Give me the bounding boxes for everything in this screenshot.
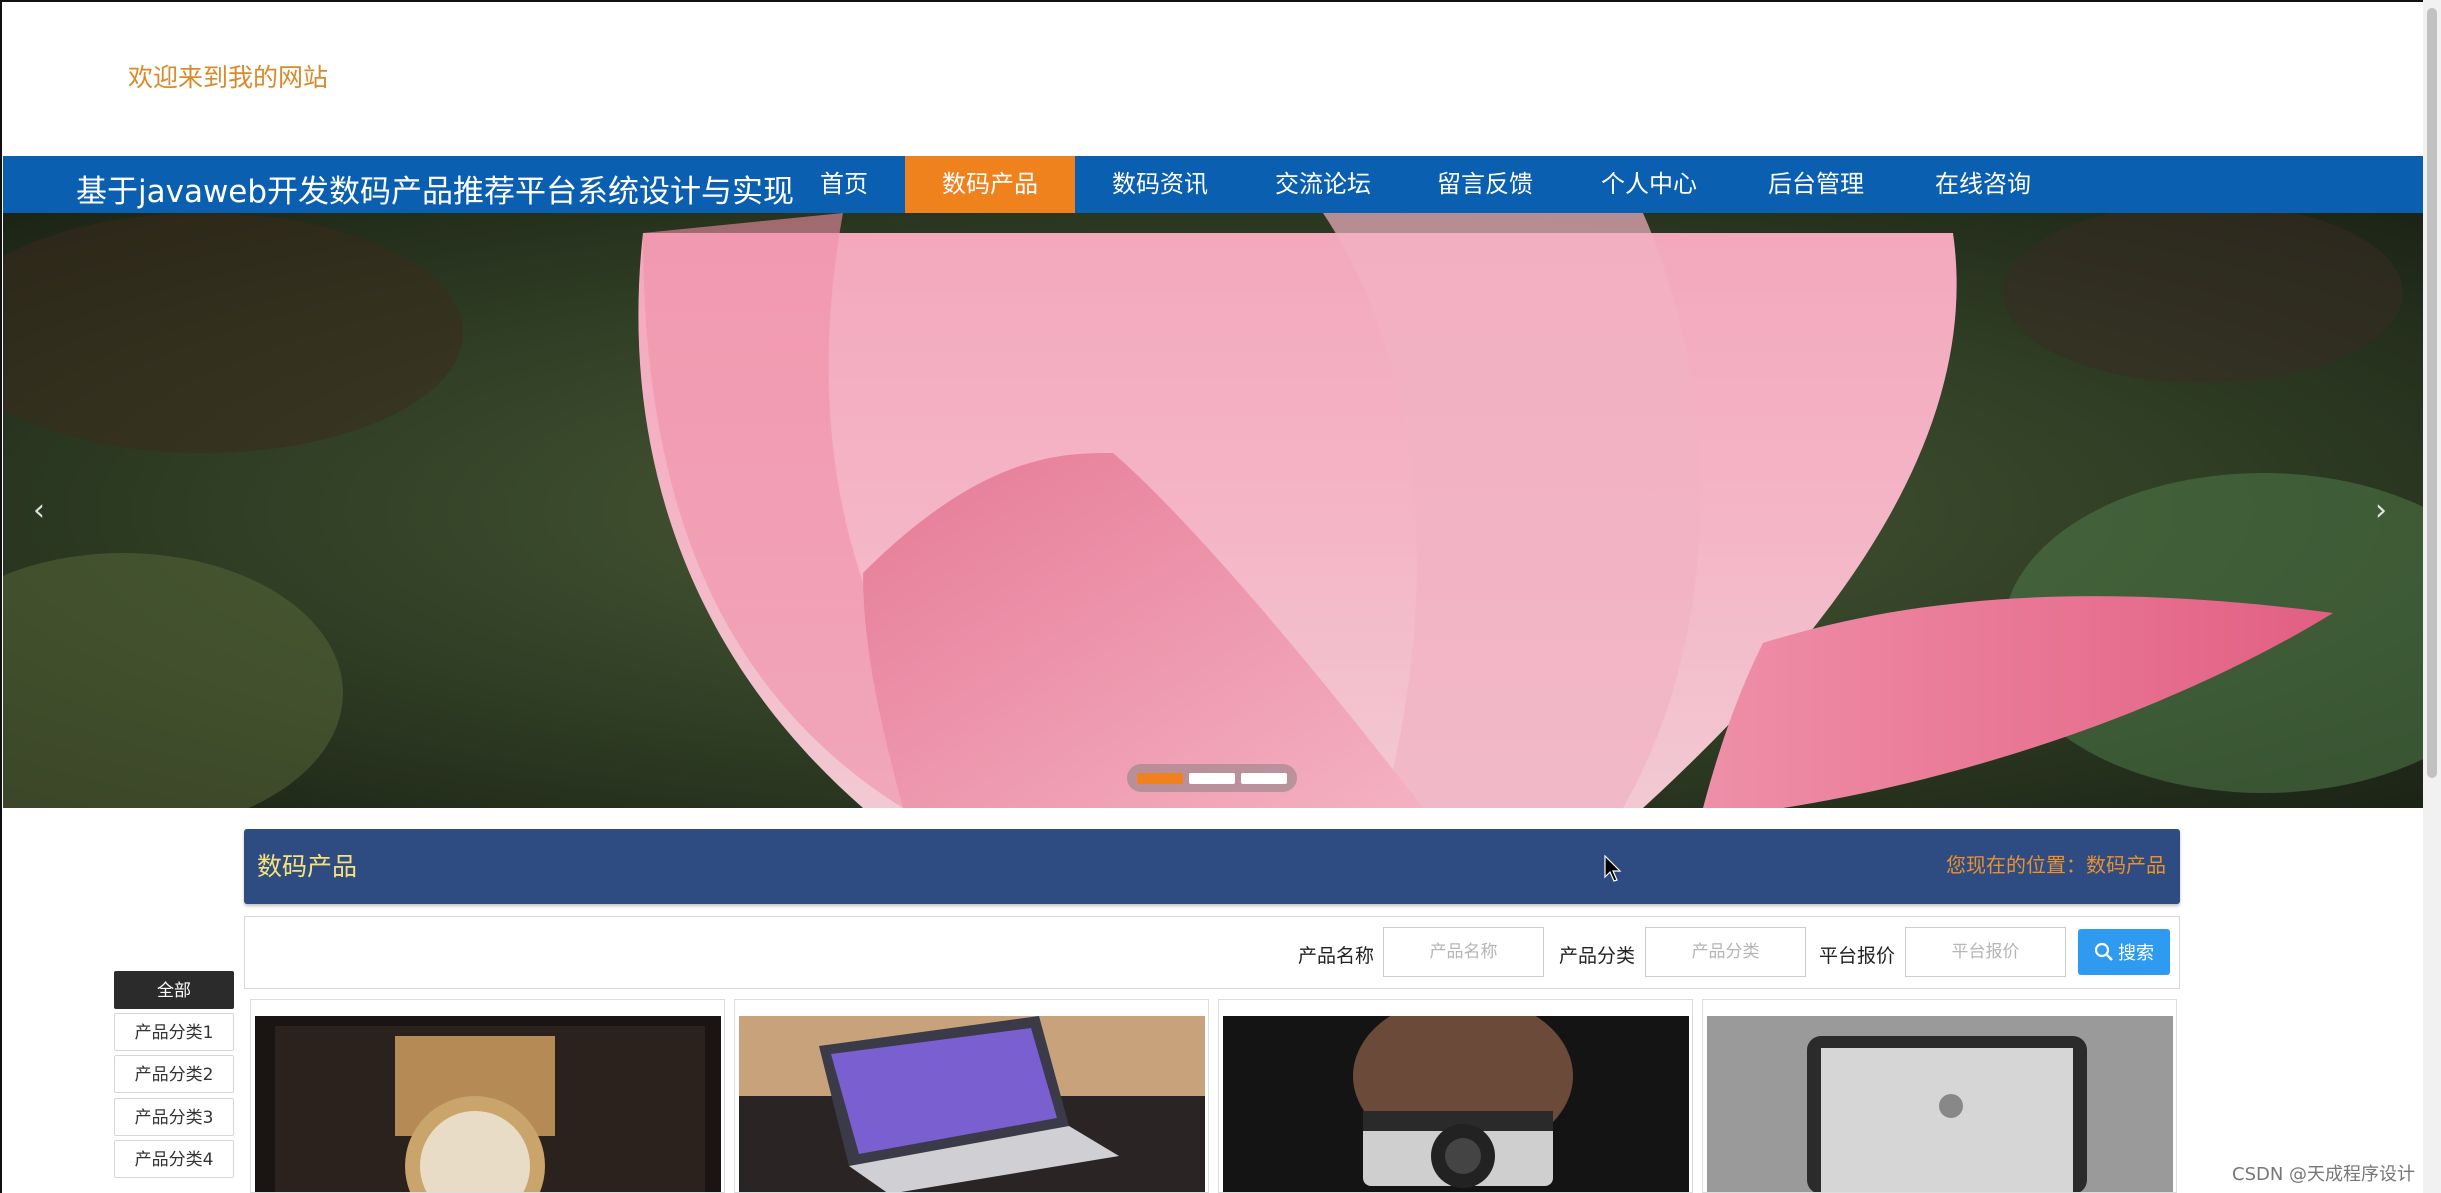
platform-price-label: 平台报价 <box>1819 945 1896 967</box>
nav-item-digital-news[interactable]: 数码资讯 <box>1102 156 1218 213</box>
site-title: 基于javaweb开发数码产品推荐平台系统设计与实现 <box>76 174 795 210</box>
watch-product-image <box>255 1016 721 1192</box>
category-item-2[interactable]: 产品分类2 <box>114 1055 234 1093</box>
breadcrumb-current[interactable]: 数码产品 <box>2086 853 2166 877</box>
carousel-dot-3[interactable] <box>1241 773 1287 784</box>
nav-item-feedback[interactable]: 留言反馈 <box>1427 156 1543 213</box>
lotus-banner-image <box>3 213 2423 808</box>
search-button-label: 搜索 <box>2118 943 2154 964</box>
product-category-label: 产品分类 <box>1559 945 1636 967</box>
carousel-next-button[interactable]: › <box>2375 493 2387 528</box>
product-category-input[interactable] <box>1645 927 1806 977</box>
product-name-label: 产品名称 <box>1298 945 1375 967</box>
product-card[interactable] <box>1702 999 2177 1193</box>
platform-price-input[interactable] <box>1905 927 2066 977</box>
nav-item-home[interactable]: 首页 <box>796 156 892 213</box>
tablet-product-image <box>1707 1016 2173 1192</box>
carousel-prev-button[interactable]: ‹ <box>33 493 45 528</box>
nav-item-online-consult[interactable]: 在线咨询 <box>1925 156 2041 213</box>
mouse-cursor-icon <box>1604 855 1622 882</box>
camera-product-image <box>1223 1016 1689 1192</box>
nav-item-admin[interactable]: 后台管理 <box>1758 156 1874 213</box>
nav-item-personal-center[interactable]: 个人中心 <box>1591 156 1707 213</box>
welcome-text: 欢迎来到我的网站 <box>128 63 329 92</box>
search-icon <box>2094 942 2113 961</box>
page-scrollbar[interactable] <box>2423 0 2441 1193</box>
category-item-4[interactable]: 产品分类4 <box>114 1140 234 1178</box>
scrollbar-thumb[interactable] <box>2427 8 2437 778</box>
carousel-dot-1[interactable] <box>1137 773 1183 784</box>
carousel-dot-2[interactable] <box>1189 773 1235 784</box>
product-card[interactable] <box>250 999 725 1193</box>
banner-carousel[interactable]: ‹ › <box>3 213 2423 808</box>
section-header: 数码产品 您现在的位置：数码产品 <box>244 829 2180 904</box>
product-name-input[interactable] <box>1383 927 1544 977</box>
top-navbar: 基于javaweb开发数码产品推荐平台系统设计与实现 首页 数码产品 数码资讯 … <box>3 156 2423 213</box>
section-title: 数码产品 <box>257 852 358 881</box>
nav-item-digital-products[interactable]: 数码产品 <box>905 156 1075 213</box>
search-bar: 产品名称 产品分类 平台报价 搜索 <box>244 916 2180 989</box>
product-card[interactable] <box>1218 999 1693 1193</box>
breadcrumb-prefix: 您现在的位置： <box>1946 853 2086 877</box>
watermark: CSDN @天成程序设计 <box>2232 1160 2416 1186</box>
breadcrumb: 您现在的位置：数码产品 <box>1946 849 2166 878</box>
search-button[interactable]: 搜索 <box>2078 929 2170 975</box>
category-item-1[interactable]: 产品分类1 <box>114 1013 234 1051</box>
carousel-indicators <box>1127 764 1297 792</box>
laptop-product-image <box>739 1016 1205 1192</box>
category-all[interactable]: 全部 <box>114 971 234 1009</box>
category-item-3[interactable]: 产品分类3 <box>114 1098 234 1136</box>
product-card[interactable] <box>734 999 1209 1193</box>
nav-item-forum[interactable]: 交流论坛 <box>1265 156 1381 213</box>
